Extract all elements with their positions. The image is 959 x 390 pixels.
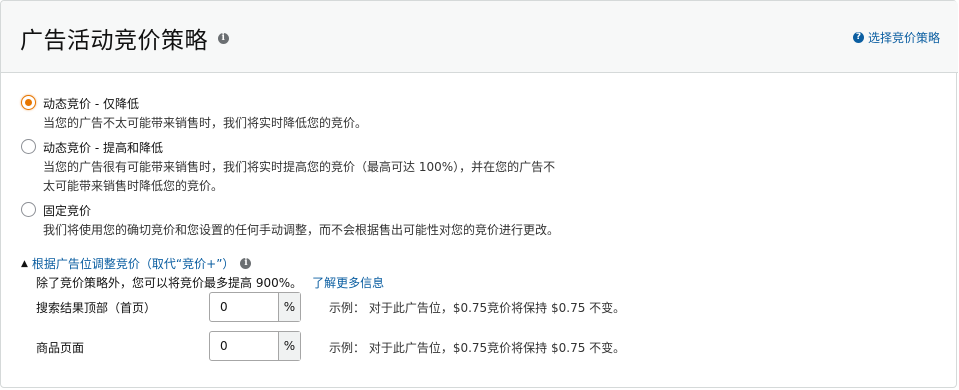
help-link-label: 选择竞价策略: [867, 31, 940, 45]
bidding-strategy-panel: 广告活动竞价策略 i ? 选择竞价策略 动态竞价 - 仅降低 当您的广告不太可能…: [0, 0, 958, 388]
radio-fixed-bids[interactable]: [21, 202, 36, 217]
top-of-search-percent-input[interactable]: [210, 293, 278, 321]
info-icon[interactable]: i: [240, 258, 252, 269]
adjust-toggle-label: 根据广告位调整竞价（取代“竞价+”）: [31, 257, 235, 271]
option-description-line: 我们将使用您的确切竞价和您设置的任何手动调整，而不会根据售出可能性对您的竞价进行…: [43, 223, 560, 237]
top-of-search-example: 示例： 对于此广告位，$0.75竞价将保持 $0.75 不变。: [329, 301, 626, 315]
adjust-by-placement-toggle[interactable]: ▲ 根据广告位调整竞价（取代“竞价+”） i: [21, 255, 252, 272]
panel-header: 广告活动竞价策略 i ? 选择竞价策略: [1, 1, 958, 73]
option-description: 当您的广告不太可能带来销售时，我们将实时降低您的竞价。: [43, 114, 623, 133]
product-pages-percent-field: %: [209, 331, 301, 361]
option-label: 固定竞价: [43, 204, 92, 218]
placement-label-top-of-search: 搜索结果顶部（首页）: [36, 301, 157, 315]
page-title-text: 广告活动竞价策略: [20, 28, 208, 54]
learn-more-link[interactable]: 了解更多信息: [312, 276, 384, 290]
percent-suffix: %: [278, 293, 300, 321]
question-icon: ?: [852, 32, 864, 43]
adjust-description-text: 除了竞价策略外，您可以将竞价最多提高 900%。: [36, 276, 303, 290]
chevron-up-icon: ▲: [21, 258, 28, 269]
option-description-line: 当您的广告不太可能带来销售时，我们将实时降低您的竞价。: [43, 116, 368, 130]
option-label: 动态竞价 - 提高和降低: [43, 141, 163, 155]
adjust-description: 除了竞价策略外，您可以将竞价最多提高 900%。 了解更多信息: [36, 274, 384, 291]
radio-dynamic-up-down[interactable]: [21, 139, 36, 154]
option-description-line: 当您的广告很有可能带来销售时，我们将实时提高您的竞价（最高可达 100%），并在…: [43, 160, 556, 174]
top-of-search-percent-field: %: [209, 292, 301, 322]
placement-label-product-pages: 商品页面: [36, 341, 85, 355]
page-title: 广告活动竞价策略 i: [20, 21, 229, 55]
choose-bid-strategy-link[interactable]: ? 选择竞价策略: [852, 29, 940, 46]
option-label: 动态竞价 - 仅降低: [43, 97, 139, 111]
percent-suffix: %: [278, 332, 300, 360]
option-description: 我们将使用您的确切竞价和您设置的任何手动调整，而不会根据售出可能性对您的竞价进行…: [43, 221, 623, 240]
radio-dynamic-down-only[interactable]: [21, 95, 36, 110]
product-pages-example: 示例： 对于此广告位，$0.75竞价将保持 $0.75 不变。: [329, 341, 626, 355]
product-pages-percent-input[interactable]: [210, 332, 278, 360]
option-description-line: 太可能带来销售时降低您的竞价。: [43, 179, 224, 193]
info-icon[interactable]: i: [218, 33, 229, 44]
option-description: 当您的广告很有可能带来销售时，我们将实时提高您的竞价（最高可达 100%），并在…: [43, 158, 623, 196]
